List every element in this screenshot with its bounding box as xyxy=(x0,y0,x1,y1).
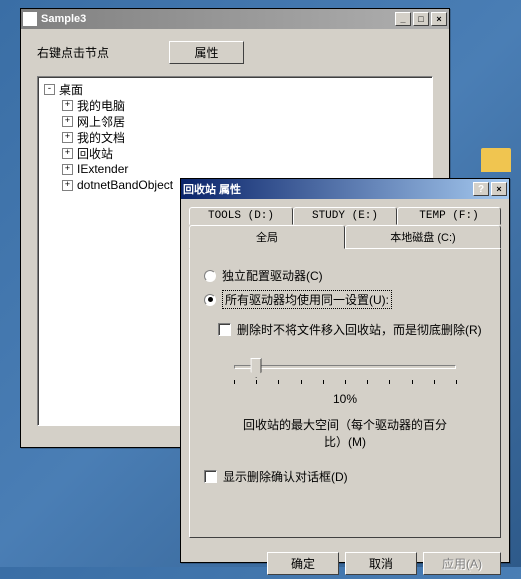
expand-icon[interactable]: + xyxy=(62,100,73,111)
tree-node[interactable]: + IExtender xyxy=(42,161,428,177)
expand-icon[interactable]: + xyxy=(62,164,73,175)
tab-global[interactable]: 全局 xyxy=(189,225,345,249)
help-button[interactable]: ? xyxy=(473,182,489,196)
size-slider: 10% 回收站的最大空间（每个驱动器的百分比）(M) xyxy=(234,358,456,450)
properties-dialog: 回收站 属性 ? × TOOLS (D:) STUDY (E:) TEMP (F… xyxy=(180,178,510,563)
titlebar[interactable]: ▦ Sample3 _ □ × xyxy=(21,9,449,29)
tree-label: 回收站 xyxy=(77,145,113,162)
tree-node[interactable]: + 我的文档 xyxy=(42,129,428,145)
properties-button[interactable]: 属性 xyxy=(169,41,244,64)
tree-label: 我的文档 xyxy=(77,129,125,146)
tab-study-e[interactable]: STUDY (E:) xyxy=(293,207,397,225)
tree-label: IExtender xyxy=(77,162,128,176)
tab-panel-global: 独立配置驱动器(C) 所有驱动器均使用同一设置(U): 删除时不将文件移入回收站… xyxy=(189,248,501,538)
check-confirm-delete[interactable]: 显示删除确认对话框(D) xyxy=(204,468,486,485)
tree-label: 桌面 xyxy=(59,81,83,98)
check-permanent-delete[interactable]: 删除时不将文件移入回收站，而是彻底删除(R) xyxy=(218,321,486,338)
tab-strip: TOOLS (D:) STUDY (E:) TEMP (F:) 全局 本地磁盘 … xyxy=(189,207,501,249)
collapse-icon[interactable]: - xyxy=(44,84,55,95)
slider-track[interactable] xyxy=(234,358,456,378)
expand-icon[interactable]: + xyxy=(62,148,73,159)
close-button[interactable]: × xyxy=(431,12,447,26)
tree-root[interactable]: - 桌面 xyxy=(42,81,428,97)
apply-button[interactable]: 应用(A) xyxy=(423,552,501,575)
titlebar[interactable]: 回收站 属性 ? × xyxy=(181,179,509,199)
window-title: Sample3 xyxy=(41,13,393,25)
radio-unified[interactable]: 所有驱动器均使用同一设置(U): xyxy=(204,290,486,309)
app-icon: ▦ xyxy=(23,12,37,26)
radio-label: 独立配置驱动器(C) xyxy=(222,267,323,284)
expand-icon[interactable]: + xyxy=(62,132,73,143)
radio-label: 所有驱动器均使用同一设置(U): xyxy=(222,290,392,309)
radio-icon[interactable] xyxy=(204,294,216,306)
radio-icon[interactable] xyxy=(204,270,216,282)
slider-caption: 回收站的最大空间（每个驱动器的百分比）(M) xyxy=(234,416,456,450)
minimize-button[interactable]: _ xyxy=(395,12,411,26)
tree-node[interactable]: + 回收站 xyxy=(42,145,428,161)
tree-label: dotnetBandObject xyxy=(77,178,173,192)
ok-button[interactable]: 确定 xyxy=(267,552,339,575)
tab-local-c[interactable]: 本地磁盘 (C:) xyxy=(345,225,501,249)
radio-independent[interactable]: 独立配置驱动器(C) xyxy=(204,267,486,284)
checkbox-icon[interactable] xyxy=(204,470,217,483)
expand-icon[interactable]: + xyxy=(62,116,73,127)
tree-node[interactable]: + 我的电脑 xyxy=(42,97,428,113)
close-button[interactable]: × xyxy=(491,182,507,196)
maximize-button[interactable]: □ xyxy=(413,12,429,26)
expand-icon[interactable]: + xyxy=(62,180,73,191)
tree-node[interactable]: + 网上邻居 xyxy=(42,113,428,129)
cancel-button[interactable]: 取消 xyxy=(345,552,417,575)
dialog-button-bar: 确定 取消 应用(A) xyxy=(181,546,509,579)
instruction-label: 右键点击节点 xyxy=(37,44,109,61)
tree-label: 我的电脑 xyxy=(77,97,125,114)
checkbox-label: 显示删除确认对话框(D) xyxy=(223,468,348,485)
dialog-title: 回收站 属性 xyxy=(183,181,473,197)
slider-value-label: 10% xyxy=(234,392,456,406)
tab-temp-f[interactable]: TEMP (F:) xyxy=(397,207,501,225)
checkbox-icon[interactable] xyxy=(218,323,231,336)
tab-tools-d[interactable]: TOOLS (D:) xyxy=(189,207,293,225)
slider-thumb[interactable] xyxy=(251,358,262,378)
checkbox-label: 删除时不将文件移入回收站，而是彻底删除(R) xyxy=(237,321,482,338)
tree-label: 网上邻居 xyxy=(77,113,125,130)
slider-ticks xyxy=(234,380,456,386)
